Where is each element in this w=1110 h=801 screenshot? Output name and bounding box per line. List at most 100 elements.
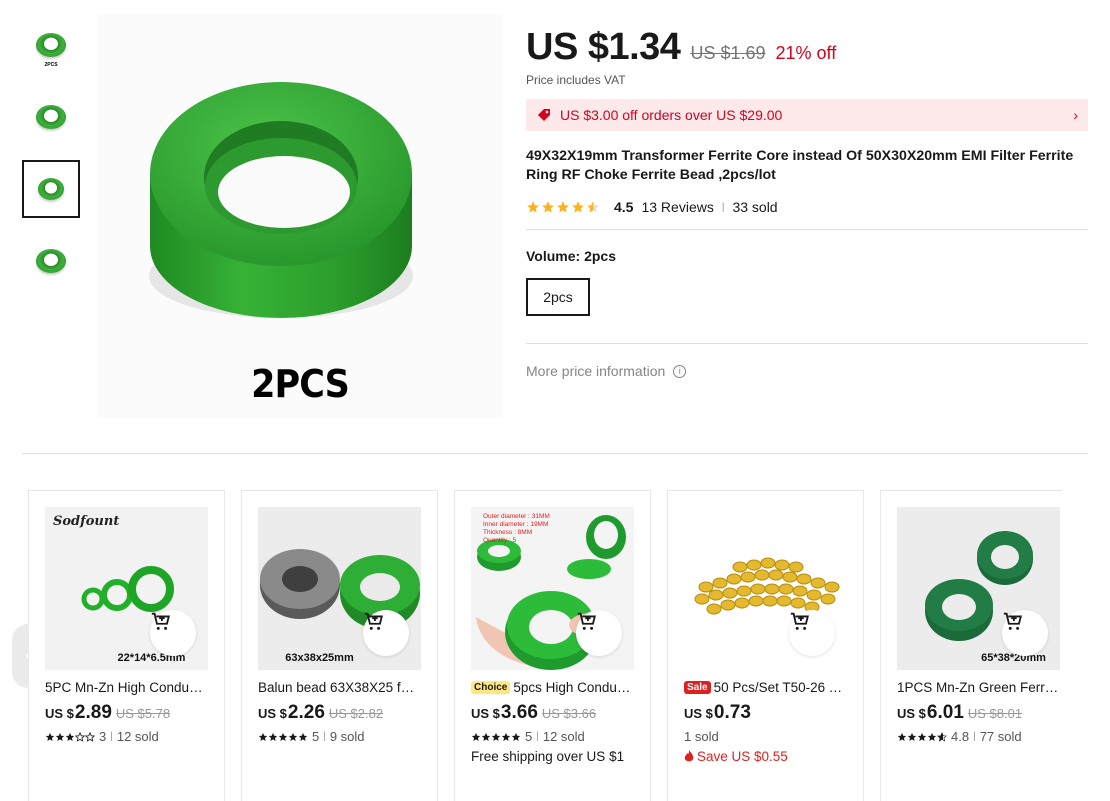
star-full-icon [542, 201, 554, 213]
sold-count: 77 sold [979, 729, 1022, 744]
star-full-icon [471, 732, 481, 741]
product-title: 49X32X19mm Transformer Ferrite Core inst… [526, 148, 1074, 183]
product-card[interactable]: Sodfount 22*14*6.5mm 5PC Mn-Zn High Cond… [28, 490, 225, 801]
star-full-icon [527, 201, 539, 213]
more-price-text: More price information [526, 363, 666, 379]
sale-badge: Sale [684, 681, 711, 694]
rating-stars [897, 731, 947, 742]
rating-value: 4.5 [614, 199, 634, 215]
old-price: US $8.01 [967, 706, 1023, 721]
cart-plus-icon [364, 612, 383, 630]
rating-stars [258, 732, 308, 742]
spec-line: Inner diameter : 19MM [483, 521, 549, 528]
product-card-price: US $ 2.89 US $5.78 [45, 702, 208, 724]
product-card[interactable]: Sale 50 Pcs/Set T50-26 Toroid US $ 0.73 … [667, 490, 864, 801]
star-full-icon [481, 732, 491, 741]
image-spec-text: Outer diameter : 31MM Inner diameter : 1… [483, 513, 550, 545]
current-price: US $1.34 [526, 26, 681, 68]
add-to-cart-button[interactable] [789, 610, 835, 656]
sold-count: 1 sold [684, 729, 719, 744]
sold-count: 9 sold [329, 729, 365, 744]
thumbnail-2[interactable] [22, 88, 80, 146]
rating-stars [45, 731, 95, 742]
product-card-image [684, 507, 847, 670]
star-full-icon [268, 732, 278, 741]
add-to-cart-button[interactable] [363, 610, 409, 656]
currency-label: US $ [684, 706, 713, 721]
coupon-banner[interactable]: US $3.00 off orders over US $29.00 › [526, 99, 1088, 131]
image-brand-text: Sodfount [53, 514, 120, 529]
product-card-name: 1PCS Mn-Zn Green Ferrite Core [897, 680, 1060, 695]
main-product-image[interactable]: 2PCS [98, 14, 502, 418]
spec-line: Quantity : 5 [483, 537, 517, 544]
reviews-link[interactable]: 13 Reviews [641, 199, 713, 215]
main-image-caption: 2PCS [251, 362, 350, 406]
price-value: 0.73 [713, 702, 751, 723]
product-card-name-text: 50 Pcs/Set T50-26 Toroid [713, 680, 847, 695]
old-price: US $2.82 [328, 706, 384, 721]
volume-option-2pcs[interactable]: 2pcs [526, 278, 590, 316]
product-card-name-text: 5pcs High Conductivity [513, 680, 634, 695]
star-full-icon [897, 732, 907, 741]
add-to-cart-button[interactable] [150, 610, 196, 656]
thumbnail-caption: 2PCS [44, 62, 58, 68]
product-card-price: US $ 6.01 US $8.01 [897, 702, 1060, 724]
thumbnail-ring-image [36, 33, 66, 57]
discount-label: 21% off [775, 43, 837, 63]
star-full-icon [55, 732, 65, 741]
thumbnail-4[interactable] [22, 232, 80, 290]
product-card-name: Choice 5pcs High Conductivity [471, 680, 634, 695]
cart-plus-icon [1003, 612, 1022, 630]
star-full-icon [45, 732, 55, 741]
product-card[interactable]: 63x38x25mm Balun bead 63X38X25 ferrite r… [241, 490, 438, 801]
product-card-meta: 5 | 12 sold [471, 729, 634, 744]
image-size-note: 63x38x25mm [285, 652, 354, 664]
old-price: US $5.78 [115, 706, 171, 721]
divider [526, 229, 1088, 230]
add-to-cart-button[interactable] [1002, 610, 1048, 656]
star-full-icon [927, 732, 937, 741]
product-card-meta: 4.8 | 77 sold [897, 729, 1060, 744]
price-value: 2.26 [287, 702, 325, 723]
star-full-icon [917, 732, 927, 741]
thumbnail-1[interactable]: 2PCS [22, 16, 80, 74]
thumbnail-ring-image [38, 178, 64, 200]
star-half-icon [937, 731, 947, 742]
product-card-price: US $ 3.66 US $3.66 [471, 702, 634, 724]
sold-count: 12 sold [116, 729, 159, 744]
thumbnail-3[interactable] [22, 160, 80, 218]
rating-row: 4.5 13 Reviews | 33 sold [526, 199, 1088, 215]
star-full-icon [288, 732, 298, 741]
old-price: US $3.66 [541, 706, 597, 721]
rating-stars [526, 200, 600, 214]
product-card[interactable]: Outer diameter : 31MM Inner diameter : 1… [454, 490, 651, 801]
add-to-cart-button[interactable] [576, 610, 622, 656]
star-full-icon [278, 732, 288, 741]
cart-plus-icon [151, 612, 170, 630]
more-price-info[interactable]: More price information i [526, 363, 1088, 379]
star-full-icon [298, 732, 308, 741]
info-icon: i [673, 364, 687, 378]
product-card-price: US $ 2.26 US $2.82 [258, 702, 421, 724]
ferrite-ring-image [149, 82, 413, 318]
star-empty-icon [85, 731, 95, 742]
product-card-image: Sodfount 22*14*6.5mm [45, 507, 208, 670]
rating-text: 5 [312, 729, 320, 744]
product-card-image: 65*38*20mm [897, 507, 1060, 670]
rating-stars [471, 732, 521, 742]
sold-count: 33 sold [732, 199, 778, 215]
rating-text: 4.8 [951, 729, 970, 744]
vat-note: Price includes VAT [526, 73, 626, 87]
thumbnail-ring-image [36, 249, 66, 273]
coupon-text: US $3.00 off orders over US $29.00 [560, 107, 783, 123]
product-card[interactable]: 65*38*20mm 1PCS Mn-Zn Green Ferrite Core… [880, 490, 1062, 801]
rating-text: 5 [525, 729, 533, 744]
star-full-icon [501, 732, 511, 741]
sold-count: 12 sold [542, 729, 585, 744]
currency-label: US $ [471, 706, 500, 721]
star-full-icon [511, 732, 521, 741]
star-half-icon [587, 201, 599, 213]
divider-bar: | [536, 731, 539, 742]
currency-label: US $ [45, 706, 74, 721]
product-card-image: Outer diameter : 31MM Inner diameter : 1… [471, 507, 634, 670]
